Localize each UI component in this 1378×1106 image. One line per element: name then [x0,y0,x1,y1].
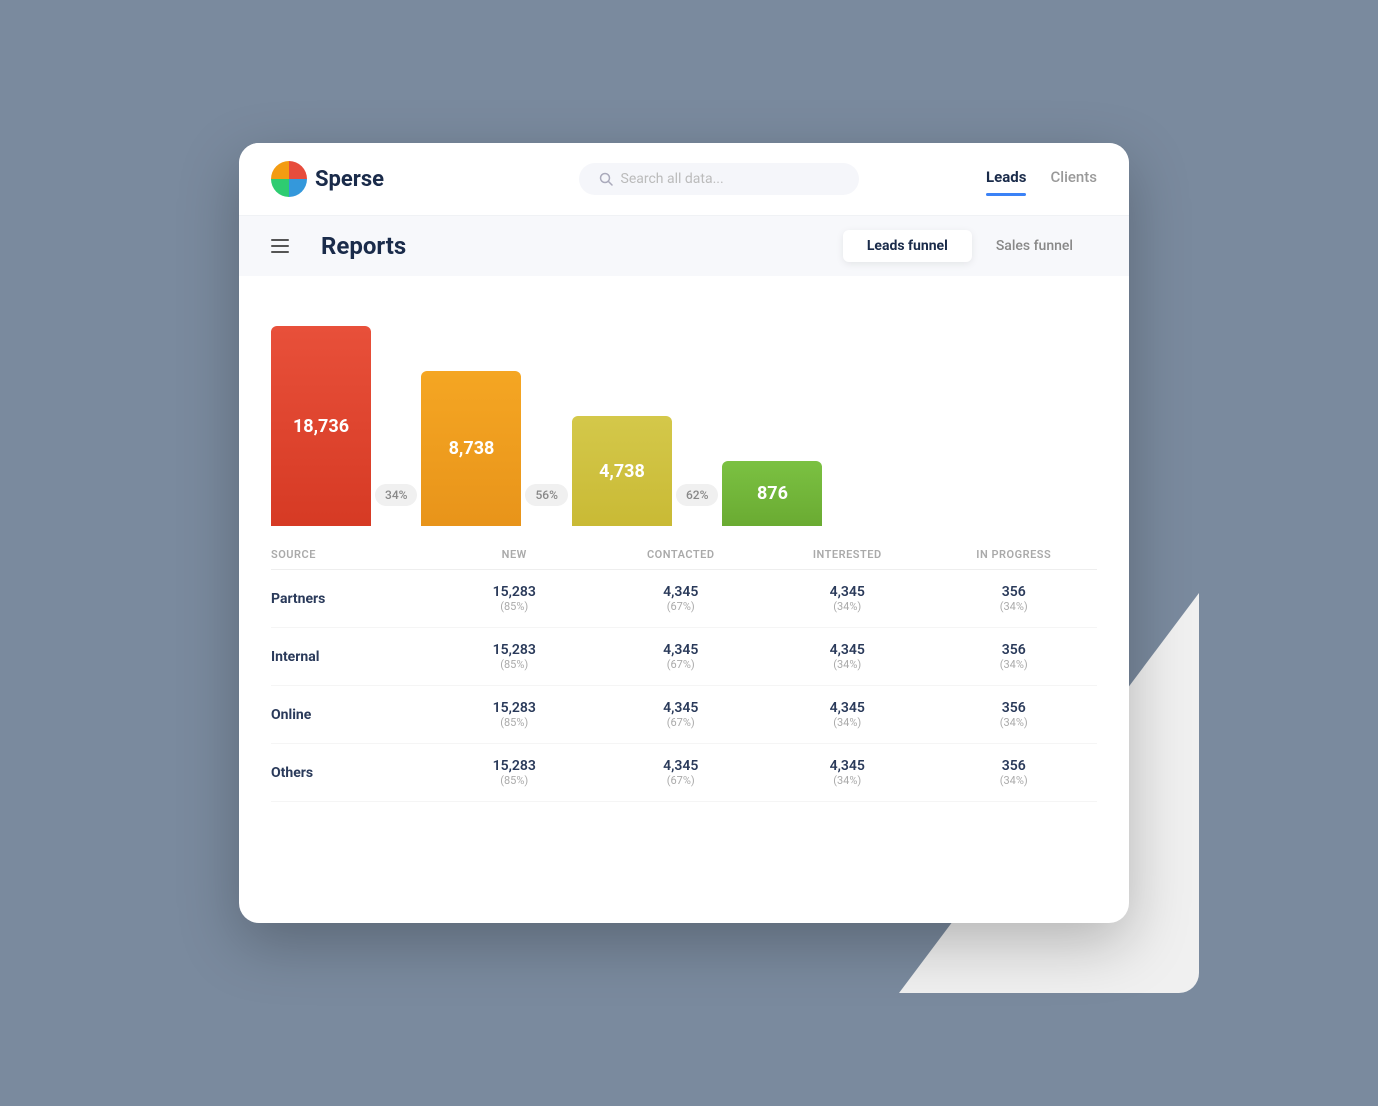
sub-header: Reports Leads funnel Sales funnel [239,216,1129,276]
cell-partners-inprogress: 356 (34%) [931,584,1098,613]
page-title: Reports [321,232,406,260]
search-placeholder: Search all data... [621,171,724,187]
nav-tab-leads[interactable]: Leads [986,168,1026,190]
tab-sales-funnel[interactable]: Sales funnel [972,230,1097,262]
source-online: Online [271,707,431,723]
cell-online-new: 15,283 (85%) [431,700,598,729]
cell-online-inprogress: 356 (34%) [931,700,1098,729]
table-row: Internal 15,283 (85%) 4,345 (67%) 4,345 … [271,628,1097,686]
nav-tab-clients[interactable]: Clients [1050,168,1097,190]
logo-globe-icon [271,161,307,197]
cell-others-inprogress: 356 (34%) [931,758,1098,787]
col-header-contacted: CONTACTED [598,548,765,561]
table-row: Others 15,283 (85%) 4,345 (67%) 4,345 (3… [271,744,1097,802]
cell-others-interested: 4,345 (34%) [764,758,931,787]
table-row: Online 15,283 (85%) 4,345 (67%) 4,345 (3… [271,686,1097,744]
pct-badge-34: 34% [375,484,417,506]
cell-others-contacted: 4,345 (67%) [598,758,765,787]
search-icon [599,172,613,186]
table-row: Partners 15,283 (85%) 4,345 (67%) 4,345 … [271,570,1097,628]
col-header-interested: INTERESTED [764,548,931,561]
table-header: Source NEW CONTACTED INTERESTED IN PROGR… [271,536,1097,570]
cell-internal-interested: 4,345 (34%) [764,642,931,671]
logo-area: Sperse [271,161,451,197]
source-others: Others [271,765,431,781]
cell-partners-new: 15,283 (85%) [431,584,598,613]
table-area: Source NEW CONTACTED INTERESTED IN PROGR… [239,536,1129,822]
app-header: Sperse Search all data... Leads Clients [239,143,1129,216]
main-card: Sperse Search all data... Leads Clients [239,143,1129,923]
col-header-source: Source [271,548,431,561]
cell-others-new: 15,283 (85%) [431,758,598,787]
nav-tabs: Leads Clients [986,168,1097,190]
source-internal: Internal [271,649,431,665]
cell-online-interested: 4,345 (34%) [764,700,931,729]
cell-internal-new: 15,283 (85%) [431,642,598,671]
funnel-tabs: Leads funnel Sales funnel [843,230,1097,262]
source-partners: Partners [271,591,431,607]
bar-inprogress: 876 [722,461,822,526]
app-name: Sperse [315,167,384,192]
bar-contacted: 8,738 [421,371,521,526]
bar-inprogress-wrapper: 876 [722,461,822,526]
cell-partners-interested: 4,345 (34%) [764,584,931,613]
cell-internal-inprogress: 356 (34%) [931,642,1098,671]
bar-interested-wrapper: 4,738 [572,416,672,526]
tab-leads-funnel[interactable]: Leads funnel [843,230,972,262]
col-header-new: NEW [431,548,598,561]
bar-new-wrapper: 18,736 [271,326,371,526]
cell-online-contacted: 4,345 (67%) [598,700,765,729]
search-box[interactable]: Search all data... [579,163,859,195]
cell-internal-contacted: 4,345 (67%) [598,642,765,671]
col-header-inprogress: IN PROGRESS [931,548,1098,561]
pct-badge-62: 62% [676,484,718,506]
search-area: Search all data... [451,163,986,195]
bar-contacted-wrapper: 8,738 [421,371,521,526]
cell-partners-contacted: 4,345 (67%) [598,584,765,613]
hamburger-menu-icon[interactable] [271,239,289,253]
pct-badge-56: 56% [525,484,567,506]
chart-area: 18,736 34% 8,738 56% 4,738 62% [239,276,1129,536]
bar-interested: 4,738 [572,416,672,526]
bar-new: 18,736 [271,326,371,526]
